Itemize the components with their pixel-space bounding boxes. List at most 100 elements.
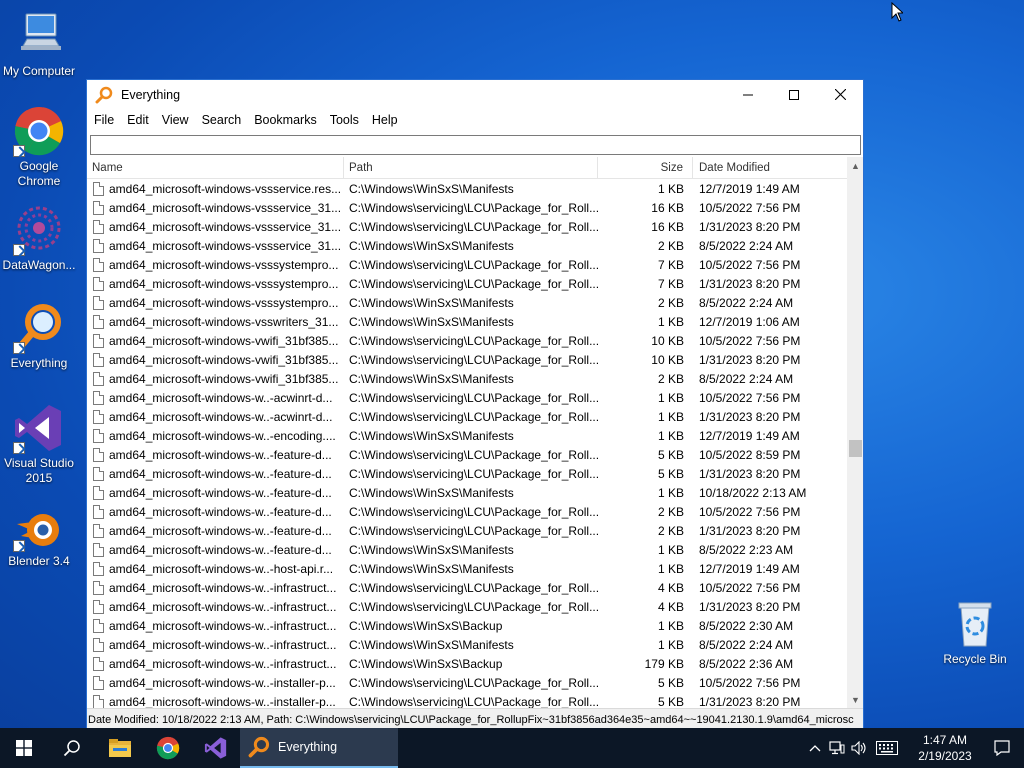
action-center-button[interactable]: [980, 728, 1024, 768]
table-row[interactable]: amd64_microsoft-windows-w..-feature-d...…: [87, 540, 847, 559]
show-hidden-icons-button[interactable]: [804, 728, 826, 768]
column-header-name[interactable]: Name: [87, 157, 344, 179]
shortcut-arrow-icon: [13, 342, 25, 354]
menu-help[interactable]: Help: [366, 113, 404, 127]
taskbar-search-button[interactable]: [48, 728, 96, 768]
table-row[interactable]: amd64_microsoft-windows-vssservice_31...…: [87, 217, 847, 236]
cell-size: 1 KB: [657, 390, 684, 405]
cell-name: amd64_microsoft-windows-w..-infrastruct.…: [87, 656, 344, 671]
volume-button[interactable]: [848, 728, 870, 768]
table-row[interactable]: amd64_microsoft-windows-vsswriters_31...…: [87, 312, 847, 331]
cell-size: 1 KB: [657, 542, 684, 557]
taskbar-visual-studio[interactable]: [192, 728, 240, 768]
desktop-icon-google-chrome[interactable]: Google Chrome: [0, 105, 78, 189]
file-name: amd64_microsoft-windows-vwifi_31bf385...: [109, 333, 339, 348]
table-row[interactable]: amd64_microsoft-windows-vwifi_31bf385...…: [87, 331, 847, 350]
desktop-icon-datawagon[interactable]: DataWagon...: [0, 204, 78, 273]
file-name: amd64_microsoft-windows-w..-infrastruct.…: [109, 637, 337, 652]
menu-view[interactable]: View: [156, 113, 195, 127]
file-icon: [93, 599, 104, 614]
menu-edit[interactable]: Edit: [121, 113, 155, 127]
desktop-icon-recycle-bin[interactable]: Recycle Bin: [936, 600, 1014, 667]
title-bar[interactable]: Everything: [87, 80, 863, 109]
column-header-size[interactable]: Size: [598, 157, 693, 179]
scroll-up-button[interactable]: ▲: [847, 157, 863, 174]
desktop-icon-everything[interactable]: Everything: [0, 302, 78, 371]
table-row[interactable]: amd64_microsoft-windows-vsssystempro... C…: [87, 255, 847, 274]
cell-path: C:\Windows\WinSxS\Manifests: [349, 485, 514, 500]
file-name: amd64_microsoft-windows-w..-feature-d...: [109, 485, 332, 500]
table-row[interactable]: amd64_microsoft-windows-vwifi_31bf385...…: [87, 350, 847, 369]
table-row[interactable]: amd64_microsoft-windows-vwifi_31bf385...…: [87, 369, 847, 388]
recycle-bin-icon: [949, 600, 1001, 650]
table-row[interactable]: amd64_microsoft-windows-w..-host-api.r..…: [87, 559, 847, 578]
scroll-down-button[interactable]: ▼: [847, 691, 863, 708]
column-header-path[interactable]: Path: [344, 157, 598, 179]
file-name: amd64_microsoft-windows-vsssystempro...: [109, 276, 339, 291]
vertical-scrollbar[interactable]: ▲ ▼: [847, 157, 863, 708]
table-row[interactable]: amd64_microsoft-windows-vssservice_31...…: [87, 236, 847, 255]
table-row[interactable]: amd64_microsoft-windows-w..-feature-d...…: [87, 502, 847, 521]
scroll-thumb[interactable]: [849, 440, 862, 457]
minimize-icon: [743, 94, 753, 95]
table-row[interactable]: amd64_microsoft-windows-vssservice_31...…: [87, 198, 847, 217]
cell-name: amd64_microsoft-windows-vwifi_31bf385...: [87, 333, 344, 348]
menu-search[interactable]: Search: [196, 113, 248, 127]
cell-name: amd64_microsoft-windows-w..-infrastruct.…: [87, 599, 344, 614]
taskbar-chrome[interactable]: [144, 728, 192, 768]
close-button[interactable]: [817, 80, 863, 109]
input-keyboard-button[interactable]: [870, 728, 904, 768]
taskbar-everything[interactable]: Everything: [240, 728, 398, 768]
table-row[interactable]: amd64_microsoft-windows-w..-acwinrt-d...…: [87, 407, 847, 426]
menu-bookmarks[interactable]: Bookmarks: [248, 113, 323, 127]
table-row[interactable]: amd64_microsoft-windows-w..-acwinrt-d...…: [87, 388, 847, 407]
table-row[interactable]: amd64_microsoft-windows-w..-infrastruct.…: [87, 635, 847, 654]
file-name: amd64_microsoft-windows-w..-infrastruct.…: [109, 580, 337, 595]
table-row[interactable]: amd64_microsoft-windows-w..-encoding....…: [87, 426, 847, 445]
table-row[interactable]: amd64_microsoft-windows-vssservice.res..…: [87, 179, 847, 198]
table-row[interactable]: amd64_microsoft-windows-w..-feature-d...…: [87, 445, 847, 464]
desktop-icon-label: Everything: [10, 356, 68, 370]
file-icon: [93, 637, 104, 652]
table-row[interactable]: amd64_microsoft-windows-w..-feature-d...…: [87, 483, 847, 502]
table-row[interactable]: amd64_microsoft-windows-w..-infrastruct.…: [87, 616, 847, 635]
taskbar-file-explorer[interactable]: [96, 728, 144, 768]
cell-path: C:\Windows\servicing\LCU\Package_for_Rol…: [349, 257, 598, 272]
cell-date-modified: 1/31/2023 8:20 PM: [699, 352, 801, 367]
minimize-button[interactable]: [725, 80, 771, 109]
column-header-date-modified[interactable]: Date Modified: [693, 157, 847, 179]
desktop-icon-blender[interactable]: Blender 3.4: [0, 508, 78, 569]
table-row[interactable]: amd64_microsoft-windows-w..-installer-p.…: [87, 692, 847, 708]
cell-path: C:\Windows\WinSxS\Manifests: [349, 561, 514, 576]
table-row[interactable]: amd64_microsoft-windows-w..-infrastruct.…: [87, 578, 847, 597]
desktop-icon-visual-studio[interactable]: Visual Studio 2015: [0, 402, 78, 486]
desktop-icon-my-computer[interactable]: My Computer: [0, 10, 78, 79]
chrome-icon: [13, 105, 65, 157]
cell-size: 1 KB: [657, 618, 684, 633]
clock[interactable]: 1:47 AM 2/19/2023: [910, 732, 980, 764]
maximize-button[interactable]: [771, 80, 817, 109]
table-row[interactable]: amd64_microsoft-windows-w..-installer-p.…: [87, 673, 847, 692]
file-icon: [93, 542, 104, 557]
cell-name: amd64_microsoft-windows-vssservice_31...: [87, 219, 344, 234]
menu-tools[interactable]: Tools: [324, 113, 365, 127]
file-name: amd64_microsoft-windows-vssservice_31...: [109, 200, 342, 215]
table-row[interactable]: amd64_microsoft-windows-vsssystempro... C…: [87, 293, 847, 312]
search-input[interactable]: [91, 136, 860, 154]
cell-size: 7 KB: [657, 257, 684, 272]
table-row[interactable]: amd64_microsoft-windows-w..-infrastruct.…: [87, 597, 847, 616]
cell-date-modified: 12/7/2019 1:49 AM: [699, 181, 800, 196]
network-button[interactable]: [826, 728, 848, 768]
cell-path: C:\Windows\servicing\LCU\Package_for_Rol…: [349, 333, 598, 348]
menu-file[interactable]: File: [88, 113, 120, 127]
table-row[interactable]: amd64_microsoft-windows-w..-feature-d...…: [87, 464, 847, 483]
cell-path: C:\Windows\servicing\LCU\Package_for_Rol…: [349, 523, 598, 538]
table-row[interactable]: amd64_microsoft-windows-vsssystempro... C…: [87, 274, 847, 293]
start-button[interactable]: [0, 728, 48, 768]
cell-size: 2 KB: [657, 523, 684, 538]
table-row[interactable]: amd64_microsoft-windows-w..-feature-d...…: [87, 521, 847, 540]
cell-name: amd64_microsoft-windows-w..-infrastruct.…: [87, 618, 344, 633]
cell-date-modified: 12/7/2019 1:06 AM: [699, 314, 800, 329]
chrome-icon: [156, 736, 180, 760]
table-row[interactable]: amd64_microsoft-windows-w..-infrastruct.…: [87, 654, 847, 673]
